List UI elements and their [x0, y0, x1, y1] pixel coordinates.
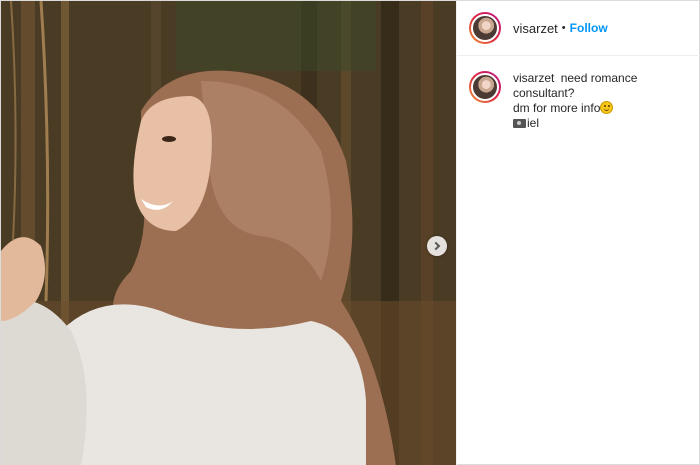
caption-line-2: dm for more info	[513, 101, 601, 115]
follow-button[interactable]: Follow	[570, 21, 608, 35]
post-photo[interactable]	[1, 1, 456, 465]
user-avatar[interactable]	[469, 12, 501, 44]
smile-emoji-icon	[600, 101, 614, 114]
post-header: visarzet • Follow	[457, 1, 700, 56]
caption-text: visarzet need romance consultant? dm for…	[513, 71, 694, 131]
next-photo-button[interactable]	[427, 236, 447, 256]
caption-username[interactable]: visarzet	[513, 71, 554, 85]
camera-emoji-icon	[513, 119, 526, 128]
chevron-right-icon	[431, 241, 441, 251]
post-side-panel: visarzet • Follow visarzet need romance …	[456, 1, 700, 465]
caption-comment: visarzet need romance consultant? dm for…	[469, 71, 694, 131]
photo-illustration	[1, 1, 456, 465]
instagram-post: visarzet • Follow visarzet need romance …	[0, 0, 700, 465]
header-separator: •	[561, 22, 566, 34]
caption-line-3: iel	[527, 116, 540, 130]
header-username[interactable]: visarzet	[513, 21, 558, 36]
caption-avatar[interactable]	[469, 71, 501, 103]
